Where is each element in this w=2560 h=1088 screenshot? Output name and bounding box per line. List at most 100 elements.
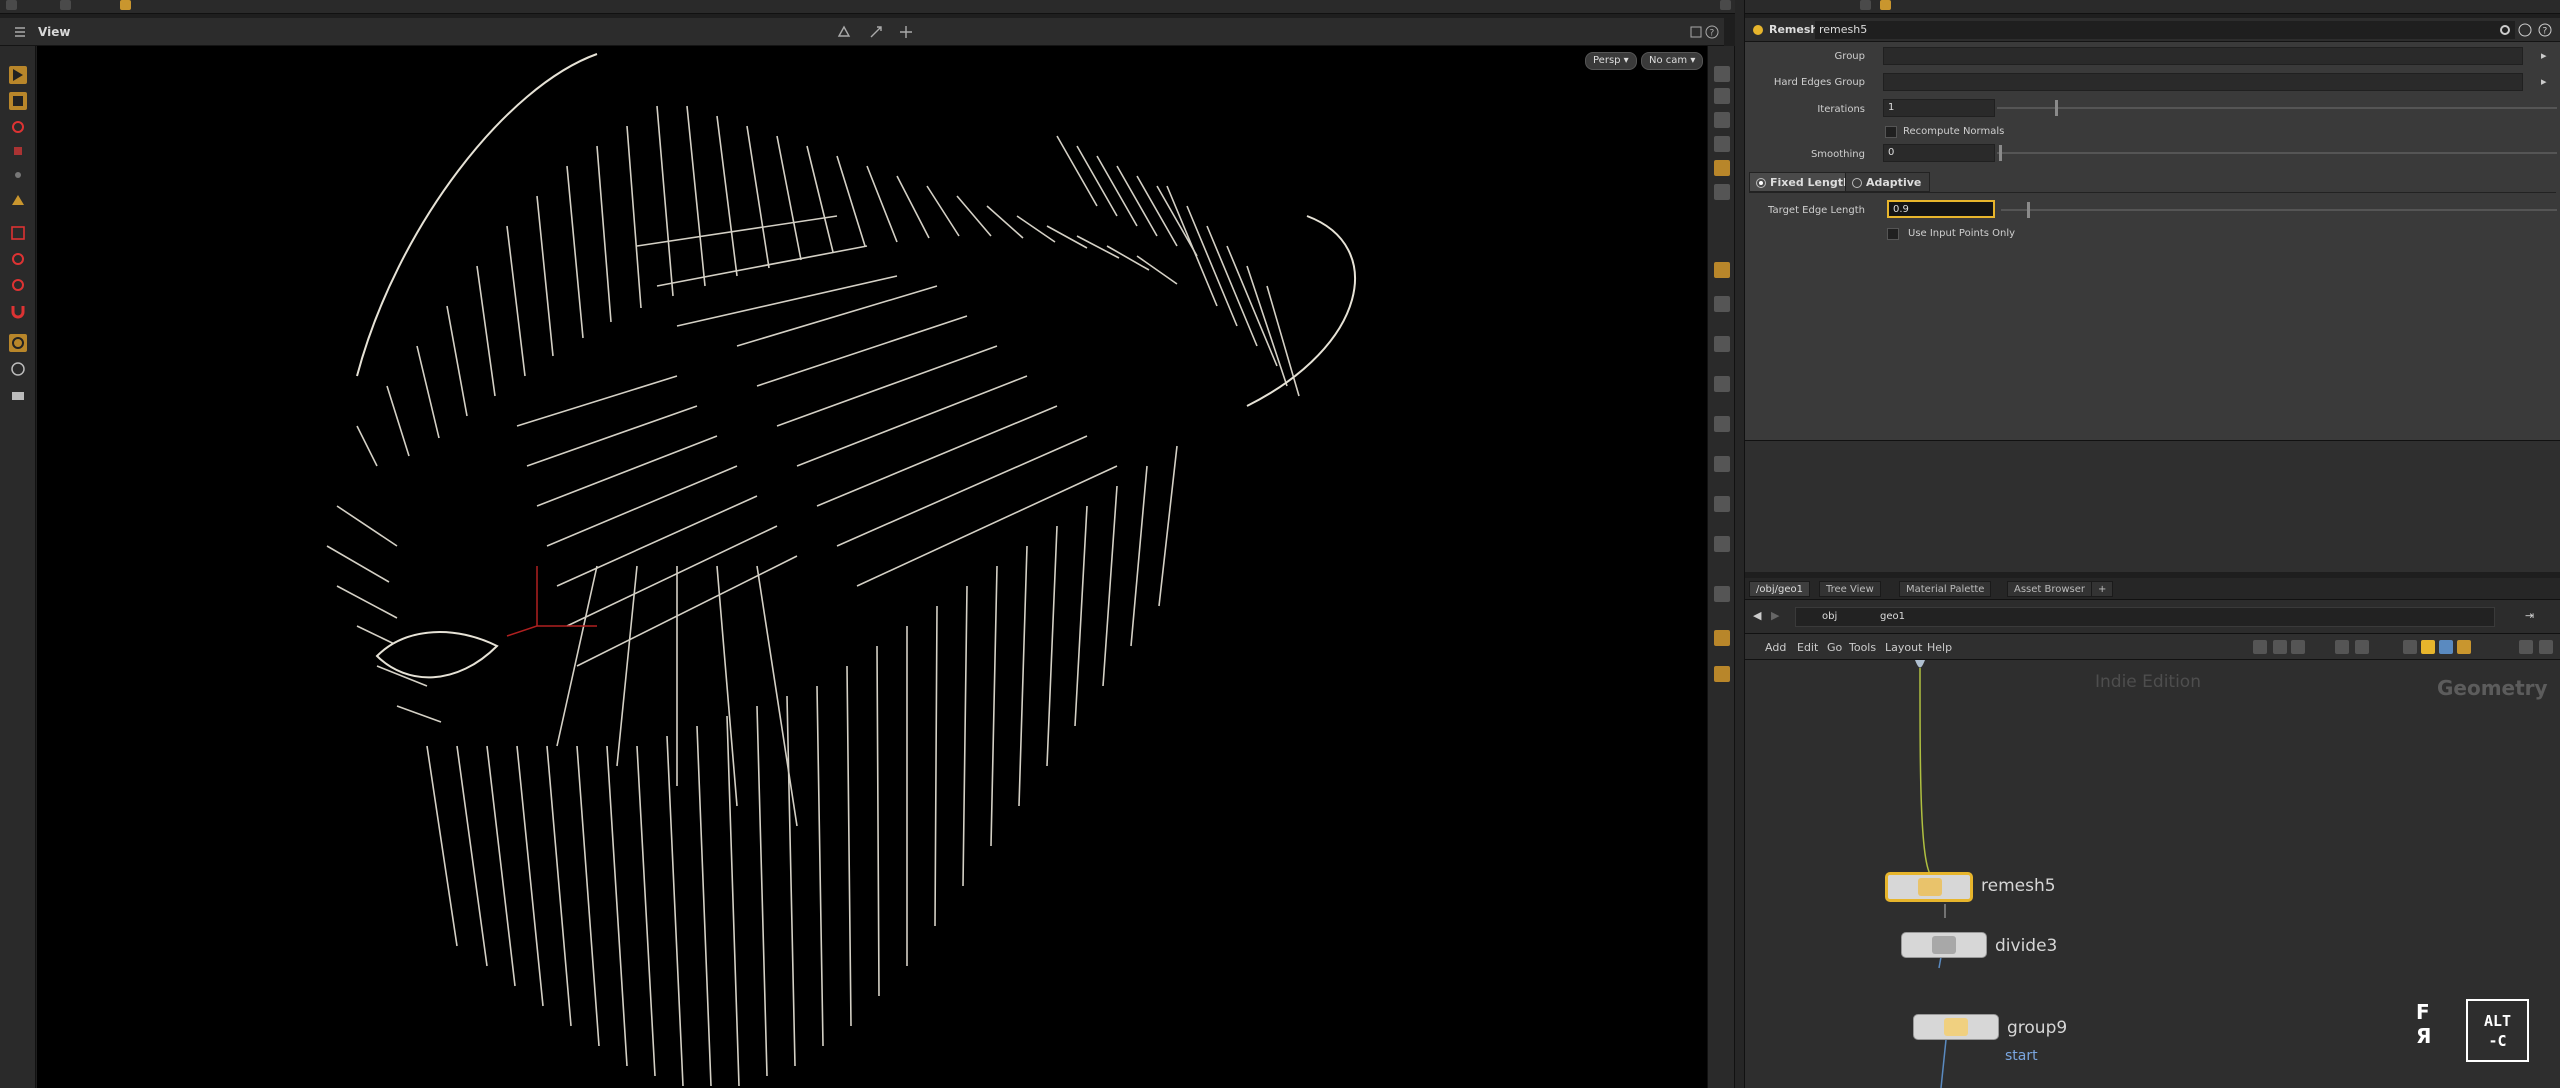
display-points-icon[interactable] [1714,262,1730,278]
grid-icon[interactable] [1714,536,1730,552]
wire-icon[interactable] [1714,112,1730,128]
group-field[interactable] [1883,47,2523,65]
iterations-slider-handle[interactable] [2055,100,2058,116]
tab-tree-view[interactable]: Tree View [1819,581,1881,597]
lock-icon[interactable] [1714,88,1730,104]
viewport-menu-icon[interactable] [12,24,28,40]
menu-edit[interactable]: Edit [1797,641,1818,654]
snap-icon[interactable] [836,24,852,40]
abc-icon[interactable] [1714,586,1730,602]
box-icon[interactable] [2457,640,2471,654]
target-edge-field[interactable]: 0.9 [1887,200,1995,218]
camera-icon[interactable] [9,386,27,404]
info-icon[interactable] [2517,22,2533,38]
pin-icon[interactable]: ⇥ [2525,609,2534,622]
target-edge-slider-handle[interactable] [2027,202,2030,218]
3d-viewport[interactable]: Persp ▾ No cam ▾ [37,46,1707,1088]
sticky-note-icon[interactable] [2421,640,2435,654]
display-options-icon[interactable] [1688,24,1704,40]
handle-icon[interactable] [868,24,884,40]
menu-help[interactable]: Help [1927,641,1952,654]
path-geo1[interactable]: geo1 [1880,611,1905,622]
path-obj[interactable]: obj [1822,611,1837,622]
menu-go[interactable]: Go [1827,641,1842,654]
tab-fixed-length[interactable]: Fixed Length [1749,172,1860,192]
handle-tool-icon[interactable] [9,191,27,209]
menu-tools[interactable]: Tools [1849,641,1876,654]
help-icon[interactable]: ? [2537,22,2553,38]
table-view-icon[interactable] [2355,640,2369,654]
camera-button[interactable]: No cam ▾ [1641,52,1704,70]
pose-tool-icon[interactable] [9,166,27,184]
recompute-normals-checkbox[interactable] [1885,126,1897,138]
node-divide3[interactable] [1901,932,1987,958]
tab-material-palette[interactable]: Material Palette [1899,581,1992,597]
grid-view-icon[interactable] [2335,640,2349,654]
snap-point-icon[interactable] [9,276,27,294]
group-select-arrow-icon[interactable]: ▸ [2541,49,2547,62]
network-canvas[interactable]: Indie Edition Geometry remesh5 divide3 g… [1745,660,2560,1088]
bound-icon[interactable] [1714,496,1730,512]
uv-icon[interactable] [1714,456,1730,472]
network-view-icon[interactable] [2403,640,2417,654]
menu-icon[interactable] [6,0,17,10]
light-icon[interactable] [1714,184,1730,200]
hard-edges-select-arrow-icon[interactable]: ▸ [2541,75,2547,88]
pin-icon[interactable] [1720,0,1731,10]
smoothing-field[interactable]: 0 [1883,144,1995,162]
hard-edges-field[interactable] [1883,73,2523,91]
vertex-icon[interactable] [1714,336,1730,352]
zoom-icon[interactable] [2519,640,2533,654]
normals-icon[interactable] [1714,296,1730,312]
menu-add[interactable]: Add [1765,641,1786,654]
menu-layout[interactable]: Layout [1885,641,1922,654]
smoothing-slider-handle[interactable] [1999,145,2002,161]
magnet-icon[interactable] [9,302,27,320]
pane-divider[interactable] [1735,0,1745,1088]
lamp-icon[interactable] [1714,666,1730,682]
use-input-points-checkbox[interactable] [1887,228,1899,240]
iterations-field[interactable]: 1 [1883,99,1995,117]
persp-button[interactable]: Persp ▾ [1585,52,1637,70]
divide-icon [1932,936,1956,954]
desktop-icon[interactable] [60,0,71,10]
gear-icon[interactable] [2497,22,2513,38]
param-node-icon[interactable] [1880,0,1891,10]
path-field[interactable]: obj geo1 [1795,607,2495,627]
node-group9[interactable] [1913,1014,1999,1040]
flipbook-icon[interactable] [9,360,27,378]
tree-icon[interactable] [2273,640,2287,654]
ghost-icon[interactable] [1714,160,1730,176]
render-region-icon[interactable] [9,334,27,352]
select-mode-2-icon[interactable] [9,92,27,110]
back-arrow-icon[interactable]: ◀ [1753,609,1761,622]
edges-icon[interactable] [1714,376,1730,392]
help-icon[interactable]: ? [1704,24,1720,40]
screenshot-icon[interactable] [2539,640,2553,654]
node-name-field[interactable]: remesh5 [1815,21,2515,39]
snap-grid-icon[interactable] [9,250,27,268]
transform-icon[interactable] [898,24,914,40]
scale-tool-icon[interactable] [9,142,27,160]
list-icon[interactable] [2291,640,2305,654]
node-remesh5[interactable] [1885,872,1973,902]
image-icon[interactable] [2439,640,2453,654]
forward-arrow-icon[interactable]: ▶ [1771,609,1779,622]
rotate-tool-icon[interactable] [9,118,27,136]
iterations-slider-track[interactable] [1997,107,2557,109]
render-icon[interactable] [1714,630,1730,646]
eye-icon[interactable] [1714,66,1730,82]
geo-icon[interactable] [120,0,131,10]
tab-adaptive[interactable]: Adaptive [1845,172,1931,192]
smoothing-slider-track[interactable] [1997,152,2557,154]
tab-obj-geo1[interactable]: /obj/geo1 [1749,581,1810,597]
wrench-icon[interactable] [2253,640,2267,654]
tab-add[interactable]: + [2091,581,2114,597]
param-back-icon[interactable] [1860,0,1871,10]
shade-icon[interactable] [1714,136,1730,152]
view-tool-icon[interactable] [9,224,27,242]
tab-asset-browser[interactable]: Asset Browser [2007,581,2093,597]
faces-icon[interactable] [1714,416,1730,432]
select-mode-icon[interactable] [9,66,27,84]
target-edge-slider-track[interactable] [2001,209,2557,211]
